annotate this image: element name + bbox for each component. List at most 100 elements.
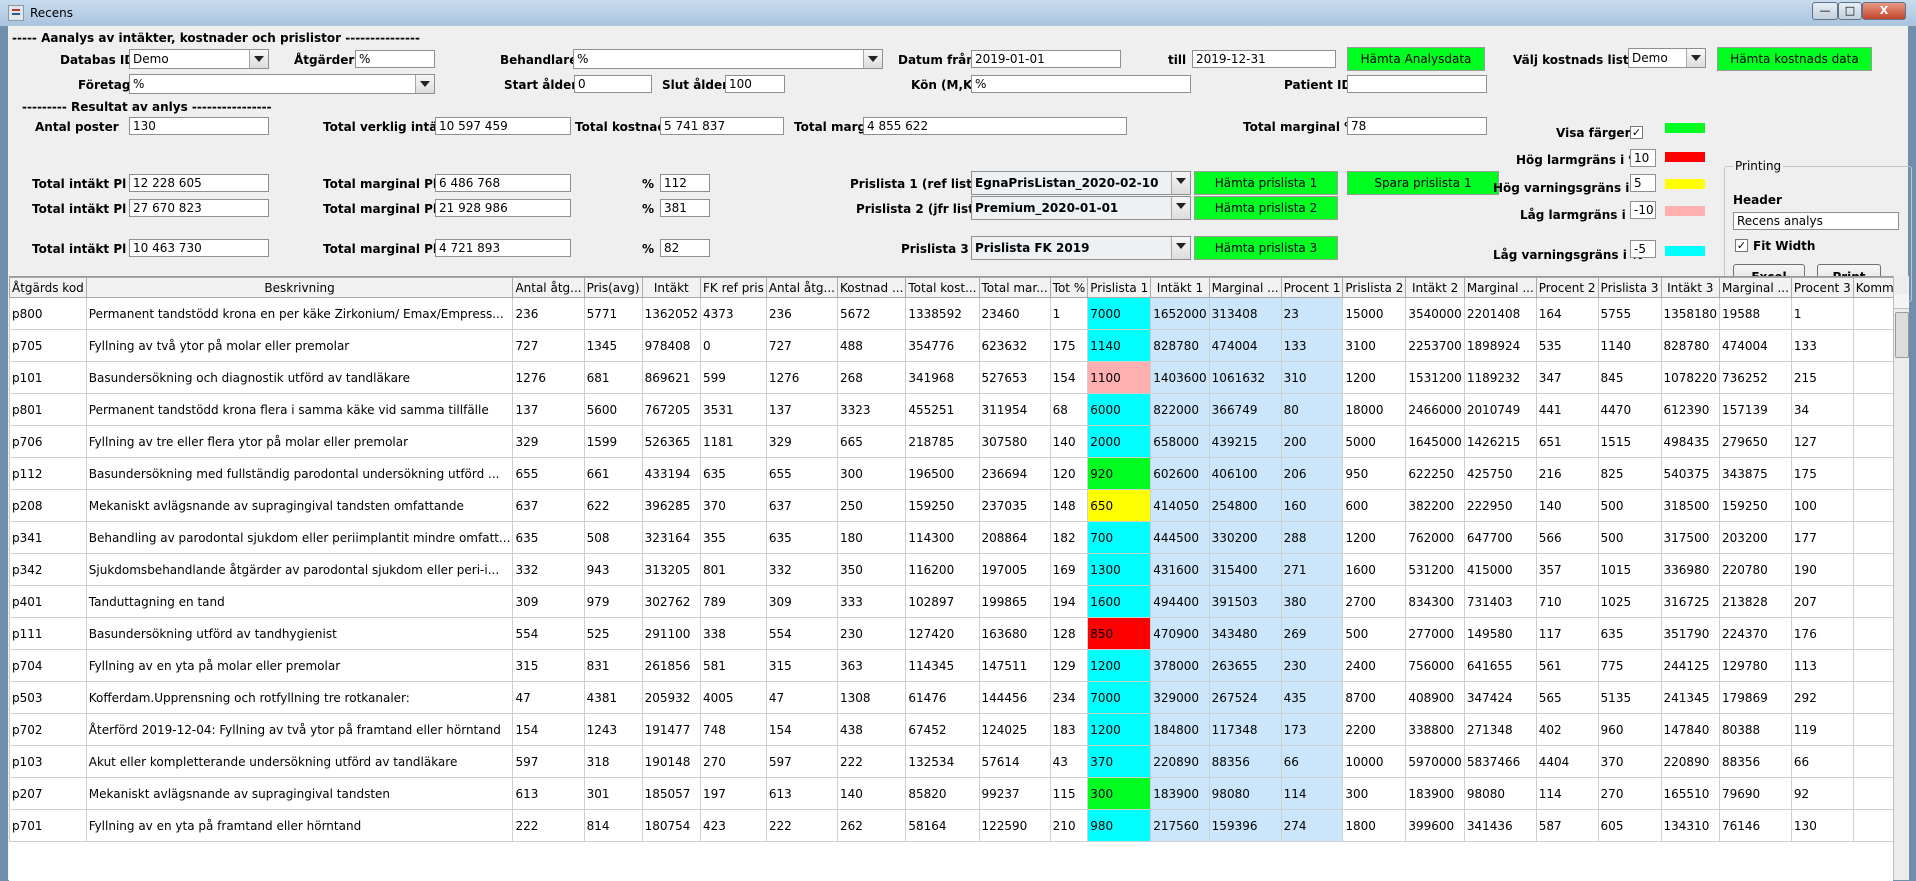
table-cell[interactable]: 597 [765,745,838,778]
antal-poster-field[interactable]: 130 [129,117,269,135]
table-cell[interactable]: 1531200 [1405,361,1465,394]
table-row[interactable]: p208 Mekaniskt avlägsnande av supragingiv… [9,489,1893,522]
table-cell[interactable]: 4005 [700,681,767,714]
table-cell[interactable]: 950 [1342,457,1407,490]
lag-varning-field[interactable]: -5 [1630,240,1656,258]
column-header[interactable]: Procent 2 [1535,277,1599,298]
table-cell[interactable]: 370 [1087,745,1152,778]
table-cell[interactable]: 237035 [978,489,1051,522]
table-cell[interactable]: 5970000 [1405,745,1465,778]
table-cell[interactable]: 124025 [978,713,1051,746]
table-cell[interactable]: 338800 [1405,713,1465,746]
table-cell[interactable]: 2010749 [1463,393,1537,426]
table-cell[interactable]: 270 [700,745,767,778]
table-cell[interactable]: 217560 [1150,809,1210,842]
table-cell[interactable]: 1140 [1597,329,1662,362]
table-cell[interactable]: 600 [1342,489,1407,522]
table-cell[interactable]: 399600 [1405,809,1465,842]
intakt-pl1-field[interactable]: 12 228 605 [129,174,269,192]
table-cell[interactable]: Fyllning av en yta på molar eller premol… [85,649,514,682]
table-cell[interactable]: 581 [700,649,767,682]
table-cell[interactable]: 402 [1535,713,1599,746]
table-cell[interactable]: 498435 [1660,425,1720,458]
table-cell[interactable]: 301 [583,777,643,810]
table-cell[interactable]: p401 [9,585,87,618]
table-cell[interactable]: 203200 [1718,521,1792,554]
table-cell[interactable]: 180 [836,521,907,554]
table-cell[interactable]: 380 [1280,585,1344,618]
table-cell[interactable]: 1300 [1087,553,1152,586]
table-cell[interactable]: 535 [1535,329,1599,362]
table-cell[interactable]: Permanent tandstödd krona flera i samma … [85,393,514,426]
marginal-pl2-field[interactable]: 21 928 986 [435,199,571,217]
table-cell[interactable]: 828780 [1150,329,1210,362]
table-cell[interactable]: 154 [765,713,838,746]
table-cell[interactable]: Fyllning av två ytor på molar eller prem… [85,329,514,362]
table-cell[interactable]: 234 [1049,681,1089,714]
table-cell[interactable]: 262 [836,809,907,842]
table-cell[interactable]: 183 [1049,713,1089,746]
table-cell[interactable]: 311954 [978,393,1051,426]
table-cell[interactable] [1852,553,1893,586]
table-cell[interactable]: 154 [1049,361,1089,394]
table-row[interactable]: p704 Fyllning av en yta på molar eller pr… [9,649,1893,682]
table-cell[interactable]: 1276 [765,361,838,394]
table-cell[interactable] [1852,617,1893,650]
table-cell[interactable]: 500 [1597,521,1662,554]
table-row[interactable]: p207 Mekaniskt avlägsnande av supragingiv… [9,777,1893,810]
table-cell[interactable]: 313408 [1208,297,1282,330]
table-cell[interactable]: 960 [1597,713,1662,746]
table-cell[interactable]: 332 [765,553,838,586]
table-cell[interactable]: 828780 [1660,329,1720,362]
table-cell[interactable]: 115 [1049,777,1089,810]
table-cell[interactable]: Mekaniskt avlägsnande av supragingival t… [85,489,514,522]
hog-larm-field[interactable]: 10 [1630,149,1656,167]
table-cell[interactable]: 525 [583,617,643,650]
table-cell[interactable]: 114 [1535,777,1599,810]
column-header[interactable]: Antal åtg... [512,277,585,298]
table-cell[interactable]: 222 [765,809,838,842]
table-cell[interactable]: 222 [836,745,907,778]
table-cell[interactable]: 208864 [978,521,1051,554]
column-header[interactable]: Intäkt 1 [1150,277,1210,298]
table-cell[interactable]: Basundersökning och diagnostik utförd av… [85,361,514,394]
table-cell[interactable]: 333 [836,585,907,618]
header-field[interactable]: Recens analys [1733,212,1899,230]
table-cell[interactable]: 637 [765,489,838,522]
table-cell[interactable]: 1061632 [1208,361,1282,394]
table-cell[interactable]: 391503 [1208,585,1282,618]
table-cell[interactable]: 850 [1087,617,1152,650]
table-cell[interactable]: 236 [512,297,585,330]
table-cell[interactable]: 655 [765,457,838,490]
table-cell[interactable]: 978408 [641,329,702,362]
table-cell[interactable]: 5755 [1597,297,1662,330]
table-cell[interactable]: p800 [9,297,87,330]
table-cell[interactable]: 58164 [905,809,980,842]
table-cell[interactable]: 1189232 [1463,361,1537,394]
table-row[interactable]: p705 Fyllning av två ytor på molar eller … [9,329,1893,362]
table-cell[interactable]: 307580 [978,425,1051,458]
table-cell[interactable]: p801 [9,393,87,426]
table-cell[interactable]: 727 [512,329,585,362]
table-row[interactable]: p111 Basundersökning utförd av tandhygien… [9,617,1893,650]
table-cell[interactable]: 160 [1280,489,1344,522]
table-cell[interactable]: 1243 [583,713,643,746]
table-cell[interactable]: 268 [836,361,907,394]
table-cell[interactable]: 98080 [1208,777,1282,810]
table-cell[interactable]: 540375 [1660,457,1720,490]
table-cell[interactable]: 500 [1342,617,1407,650]
table-cell[interactable]: 647700 [1463,521,1537,554]
table-cell[interactable] [1852,489,1893,522]
table-cell[interactable]: 363 [836,649,907,682]
table-cell[interactable]: 2466000 [1405,393,1465,426]
table-cell[interactable]: 175 [1049,329,1089,362]
table-cell[interactable]: 5600 [583,393,643,426]
table-cell[interactable]: 254800 [1208,489,1282,522]
table-vertical-scrollbar[interactable] [1893,276,1909,880]
table-cell[interactable]: 494400 [1150,585,1210,618]
table-cell[interactable]: 133 [1790,329,1854,362]
table-cell[interactable]: 623632 [978,329,1051,362]
table-cell[interactable]: 1403600 [1150,361,1210,394]
table-cell[interactable]: 736252 [1718,361,1792,394]
table-cell[interactable]: 3540000 [1405,297,1465,330]
